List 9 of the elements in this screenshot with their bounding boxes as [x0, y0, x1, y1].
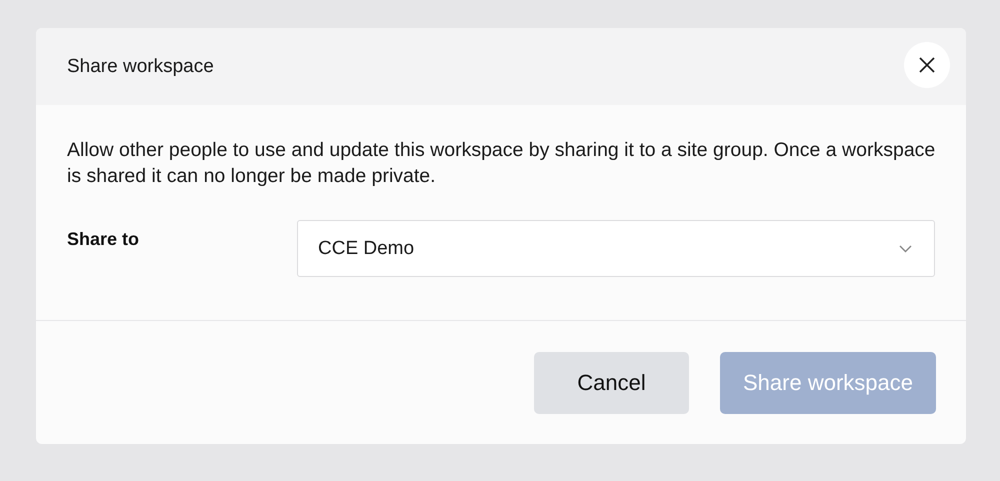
field-label: Share to: [67, 229, 140, 251]
site-group-dropdown[interactable]: CCE Demo: [297, 220, 935, 277]
chevron-down-icon: [899, 244, 912, 252]
close-button[interactable]: [904, 42, 950, 88]
description: Allow other people to use and update this workspace by sharing it to a site group. Once a workspace is shared it can no longer be made private.: [67, 138, 936, 189]
close-icon: [918, 56, 936, 74]
dropdown-value: CCE Demo: [318, 238, 414, 260]
dialog-title: Share workspace: [67, 56, 214, 78]
cancel-button[interactable]: Cancel: [534, 352, 689, 414]
